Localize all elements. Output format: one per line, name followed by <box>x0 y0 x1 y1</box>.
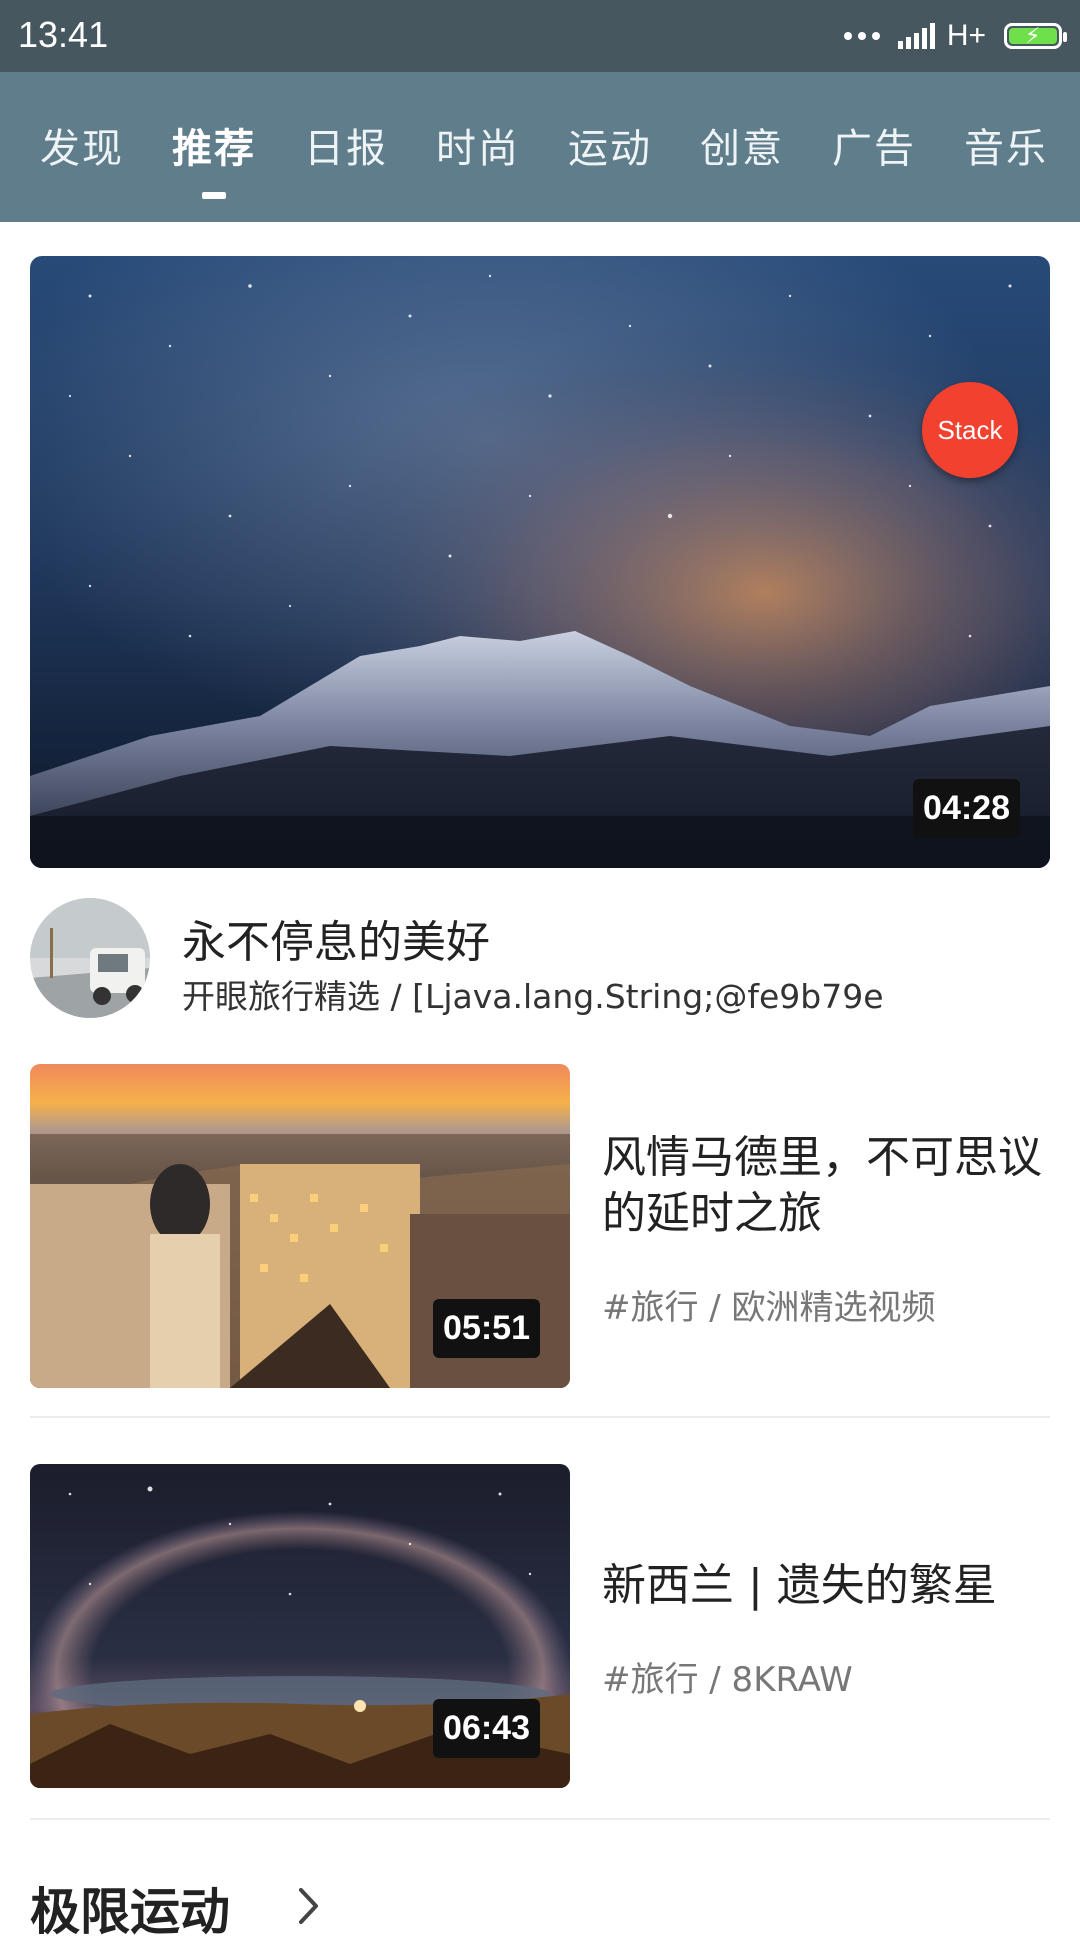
active-tab-indicator <box>202 192 226 199</box>
video-thumbnail[interactable]: 06:43 <box>30 1464 570 1788</box>
tab-discover[interactable]: 发现 <box>40 124 124 174</box>
tab-recommend[interactable]: 推荐 <box>172 124 256 174</box>
network-type: H+ <box>946 19 986 52</box>
more-dots-icon <box>843 32 880 40</box>
video-list-item[interactable]: 06:43 新西兰 | 遗失的繁星 #旅行 / 8KRAW <box>30 1464 1050 1788</box>
tab-sports[interactable]: 运动 <box>568 124 652 174</box>
tab-music[interactable]: 音乐 <box>964 124 1048 174</box>
avatar-car-image <box>30 898 150 1018</box>
chevron-right-icon[interactable] <box>296 1886 322 1926</box>
category-tab-bar: 发现 推荐 日报 时尚 运动 创意 广告 音乐 <box>0 72 1080 222</box>
section-title[interactable]: 极限运动 <box>30 1872 230 1944</box>
status-icons: H+ ⚡ <box>843 16 1067 56</box>
video-meta: #旅行 / 8KRAW <box>602 1660 853 1700</box>
tab-fashion[interactable]: 时尚 <box>436 124 520 174</box>
featured-author-row[interactable]: 永不停息的美好 开眼旅行精选 / [Ljava.lang.String;@fe9… <box>30 898 1050 1018</box>
featured-video-subtitle: 开眼旅行精选 / [Ljava.lang.String;@fe9b79e <box>182 977 884 1016</box>
tab-ads[interactable]: 广告 <box>832 124 916 174</box>
avatar[interactable] <box>30 898 150 1018</box>
stack-badge-button[interactable]: Stack <box>922 382 1018 478</box>
video-title: 风情马德里，不可思议的延时之旅 <box>602 1132 1042 1239</box>
divider <box>30 1416 1050 1418</box>
video-duration-badge: 05:51 <box>433 1299 540 1358</box>
video-meta: #旅行 / 欧洲精选视频 <box>602 1288 936 1328</box>
battery-charging-icon: ⚡ <box>1004 23 1067 49</box>
divider <box>30 1818 1050 1820</box>
mountain-night-sky-image <box>30 256 1050 868</box>
featured-duration-badge: 04:28 <box>913 779 1020 838</box>
signal-icon <box>897 23 935 49</box>
tab-creative[interactable]: 创意 <box>700 124 784 174</box>
status-bar: 13:41 H+ ⚡ <box>0 0 1080 72</box>
video-duration-badge: 06:43 <box>433 1699 540 1758</box>
status-time: 13:41 <box>18 14 109 55</box>
featured-video-thumbnail[interactable]: Stack 04:28 <box>30 256 1050 868</box>
video-title: 新西兰 | 遗失的繁星 <box>602 1560 997 1611</box>
featured-video-title: 永不停息的美好 <box>182 917 490 968</box>
video-thumbnail[interactable]: 05:51 <box>30 1064 570 1388</box>
tab-daily[interactable]: 日报 <box>304 124 388 174</box>
video-list-item[interactable]: 05:51 风情马德里，不可思议的延时之旅 #旅行 / 欧洲精选视频 <box>30 1064 1050 1388</box>
